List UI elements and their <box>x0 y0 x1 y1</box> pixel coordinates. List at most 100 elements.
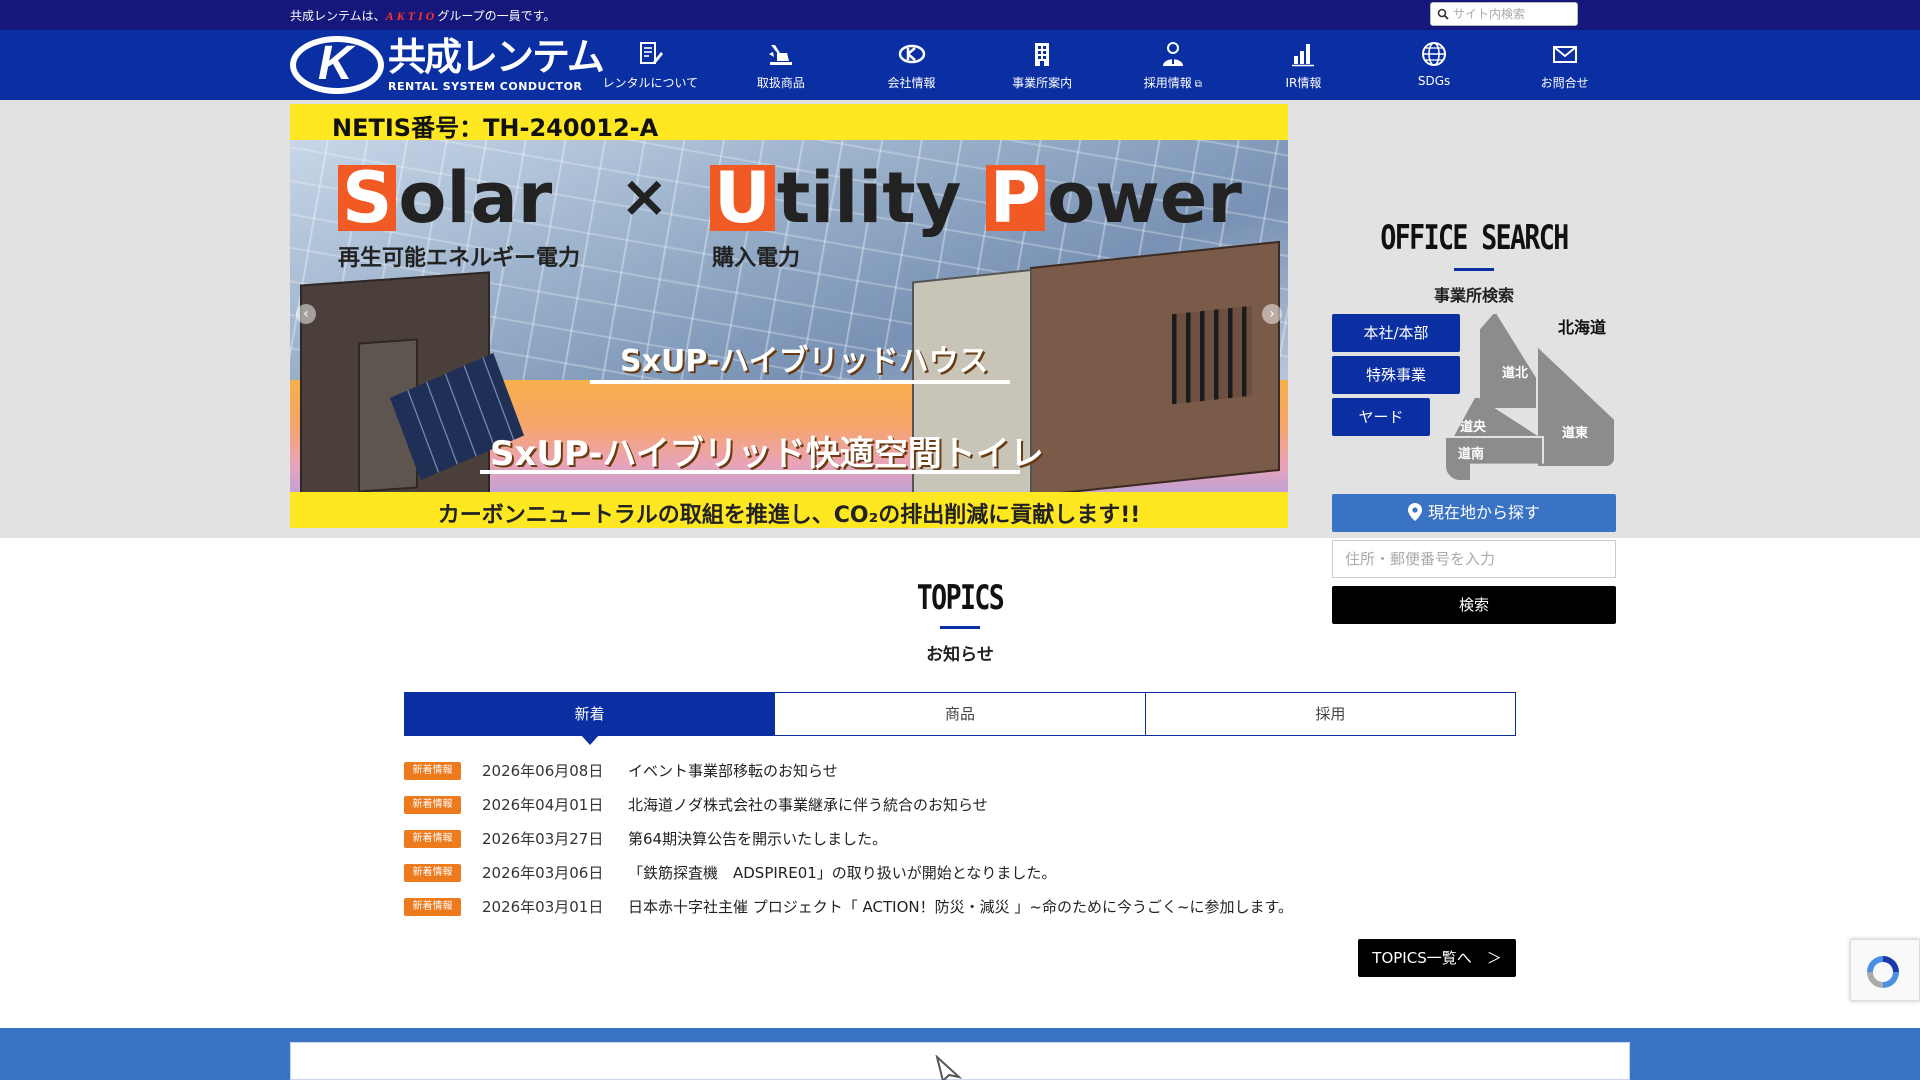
mail-icon <box>1552 46 1577 63</box>
current-location-label: 現在地から探す <box>1427 503 1540 522</box>
hero-section: NETIS番号：TH-240012-A Solar 再生可能エネルギー電力 × … <box>0 100 1920 624</box>
globe-icon <box>1422 42 1447 66</box>
news-title[interactable]: イベント事業部移転のお知らせ <box>628 760 838 781</box>
solar-word: Solar <box>338 158 552 238</box>
topics-list-button[interactable]: TOPICS一覧へ ＞ <box>1358 939 1516 977</box>
category-badge: 新着情報 <box>404 830 461 848</box>
aktio-brand[interactable]: AKTIO <box>386 9 438 23</box>
bar-chart-icon <box>1292 44 1315 67</box>
carousel-prev-arrow[interactable]: ‹ <box>296 304 316 324</box>
topics-subtitle: お知らせ <box>926 645 994 665</box>
utility-rest: tility <box>776 157 962 239</box>
cursor-arrow-icon <box>935 1055 963 1080</box>
title-underline <box>1454 268 1494 271</box>
hokkaido-label: 北海道 <box>1558 318 1607 337</box>
list-item[interactable]: 新着情報 2026年03月27日 第64期決算公告を開示いたしました。 <box>404 828 1516 862</box>
utility-power-word: Utility Power <box>710 158 1242 238</box>
list-item[interactable]: 新着情報 2026年06月08日 イベント事業部移転のお知らせ <box>404 760 1516 794</box>
office-search-subtitle: 事業所検索 <box>1433 286 1514 305</box>
external-link-icon: ⧉ <box>1194 79 1202 90</box>
news-title[interactable]: 北海道ノダ株式会社の事業継承に伴う統合のお知らせ <box>628 794 988 815</box>
carbon-neutral-text: カーボンニュートラルの取組を推進し、CO₂の排出削減に貢献します!! <box>437 503 1141 528</box>
map-pin-icon <box>1407 503 1422 521</box>
search-icon <box>1437 8 1449 20</box>
yard-button[interactable]: ヤード <box>1332 398 1430 436</box>
logo-mark: K <box>318 37 353 90</box>
news-list: 新着情報 2026年06月08日 イベント事業部移転のお知らせ 新着情報 202… <box>404 760 1516 930</box>
category-badge: 新着情報 <box>404 762 461 780</box>
region-doto[interactable]: 道東 <box>1536 346 1616 468</box>
topics-title: TOPICS <box>916 578 1005 618</box>
nav-label: レンタルについて <box>602 76 699 90</box>
tab-products[interactable]: 商品 <box>774 693 1145 735</box>
nav-label: お問合せ <box>1540 76 1589 90</box>
region-label: 道南 <box>1458 447 1485 462</box>
nav-label-wrap: 採用情報 ⧉ <box>1144 74 1202 91</box>
nav-sdgs[interactable]: SDGs <box>1369 30 1500 100</box>
site-logo[interactable]: K 共成レンテム RENTAL SYSTEM CONDUCTOR <box>290 34 605 98</box>
news-title[interactable]: 「鉄筋探査機 ADSPIRE01」の取り扱いが開始となりました。 <box>628 862 1056 883</box>
recaptcha-badge[interactable] <box>1850 939 1920 1001</box>
region-donan[interactable]: 道南 <box>1444 436 1544 482</box>
nav-ir[interactable]: IR情報 <box>1238 30 1369 100</box>
times-symbol: × <box>620 162 669 230</box>
logo-tagline: RENTAL SYSTEM CONDUCTOR <box>388 80 583 93</box>
office-search-panel: OFFICE SEARCH 事業所検索 本社/本部 特殊事業 ヤード 北海道 道… <box>1332 200 1616 638</box>
office-search-title: OFFICE SEARCH <box>1380 218 1569 258</box>
solar-rest: olar <box>398 157 553 239</box>
group-notice: 共成レンテムは、AKTIOグループの一員です。 <box>290 7 555 24</box>
news-title[interactable]: 日本赤十字社主催 プロジェクト「 ACTION！防災・減災 」~命のために今うご… <box>628 896 1293 917</box>
top-bar: 共成レンテムは、AKTIOグループの一員です。 <box>0 0 1920 30</box>
carousel-next-arrow[interactable]: › <box>1262 304 1282 324</box>
site-search-input[interactable] <box>1453 5 1573 23</box>
hybrid-house-illustration <box>912 240 1280 512</box>
list-item[interactable]: 新着情報 2026年03月01日 日本赤十字社主催 プロジェクト「 ACTION… <box>404 896 1516 930</box>
headquarters-button[interactable]: 本社/本部 <box>1332 314 1460 352</box>
nav-label: SDGs <box>1417 74 1451 88</box>
text-underline <box>480 470 1020 474</box>
hybrid-house-text: SxUP-ハイブリッドハウス <box>620 344 989 379</box>
topics-tabs: 新着 商品 採用 <box>404 692 1516 745</box>
site-search-box[interactable] <box>1430 2 1578 26</box>
power-cap: P <box>985 163 1046 233</box>
list-item[interactable]: 新着情報 2026年04月01日 北海道ノダ株式会社の事業継承に伴う統合のお知ら… <box>404 794 1516 828</box>
address-input[interactable] <box>1332 540 1616 578</box>
category-badge: 新着情報 <box>404 898 461 916</box>
excavator-icon <box>768 45 792 65</box>
news-title[interactable]: 第64期決算公告を開示いたしました。 <box>628 828 887 849</box>
utility-subtitle: 購入電力 <box>712 246 801 271</box>
house-window <box>1172 305 1252 405</box>
recaptcha-icon <box>1867 956 1899 988</box>
netis-number: NETIS番号：TH-240012-A <box>332 114 659 142</box>
tab-recruit[interactable]: 採用 <box>1144 693 1515 735</box>
topics-underline <box>940 626 980 629</box>
news-date: 2026年04月01日 <box>482 796 604 814</box>
nav-company[interactable]: 会社情報 <box>846 30 977 100</box>
nav-products[interactable]: 取扱商品 <box>716 30 847 100</box>
company-logo-icon <box>898 44 925 64</box>
nav-rental[interactable]: レンタルについて <box>585 30 716 100</box>
region-label: 道東 <box>1562 426 1589 441</box>
hero-banner[interactable]: NETIS番号：TH-240012-A Solar 再生可能エネルギー電力 × … <box>290 104 1288 528</box>
nav-offices[interactable]: 事業所案内 <box>977 30 1108 100</box>
tab-new[interactable]: 新着 <box>405 693 775 745</box>
news-date: 2026年03月06日 <box>482 864 604 882</box>
document-pen-icon <box>640 42 664 64</box>
main-header: K 共成レンテム RENTAL SYSTEM CONDUCTOR レンタルについ… <box>0 30 1920 100</box>
nav-recruit[interactable]: 採用情報 ⧉ <box>1108 30 1239 100</box>
nav-label: 事業所案内 <box>1012 76 1073 90</box>
list-item[interactable]: 新着情報 2026年03月06日 「鉄筋探査機 ADSPIRE01」の取り扱いが… <box>404 862 1516 896</box>
nav-contact[interactable]: お問合せ <box>1499 30 1630 100</box>
region-label: 道北 <box>1502 366 1529 381</box>
nav-label: 会社情報 <box>887 76 936 90</box>
text-underline <box>590 380 1010 384</box>
current-location-button[interactable]: 現在地から探す <box>1332 494 1616 532</box>
house-solar-roof <box>912 268 1032 512</box>
global-nav: レンタルについて 取扱商品 会社情報 事業所案内 採用情報 ⧉ IR情報 SDGs <box>585 30 1630 100</box>
news-date: 2026年06月08日 <box>482 762 604 780</box>
bottom-card[interactable] <box>290 1042 1630 1080</box>
special-business-button[interactable]: 特殊事業 <box>1332 356 1460 394</box>
power-rest: ower <box>1047 157 1242 239</box>
building-icon <box>1035 43 1050 66</box>
carbon-neutral-strip: カーボンニュートラルの取組を推進し、CO₂の排出削減に貢献します!! <box>290 492 1288 528</box>
